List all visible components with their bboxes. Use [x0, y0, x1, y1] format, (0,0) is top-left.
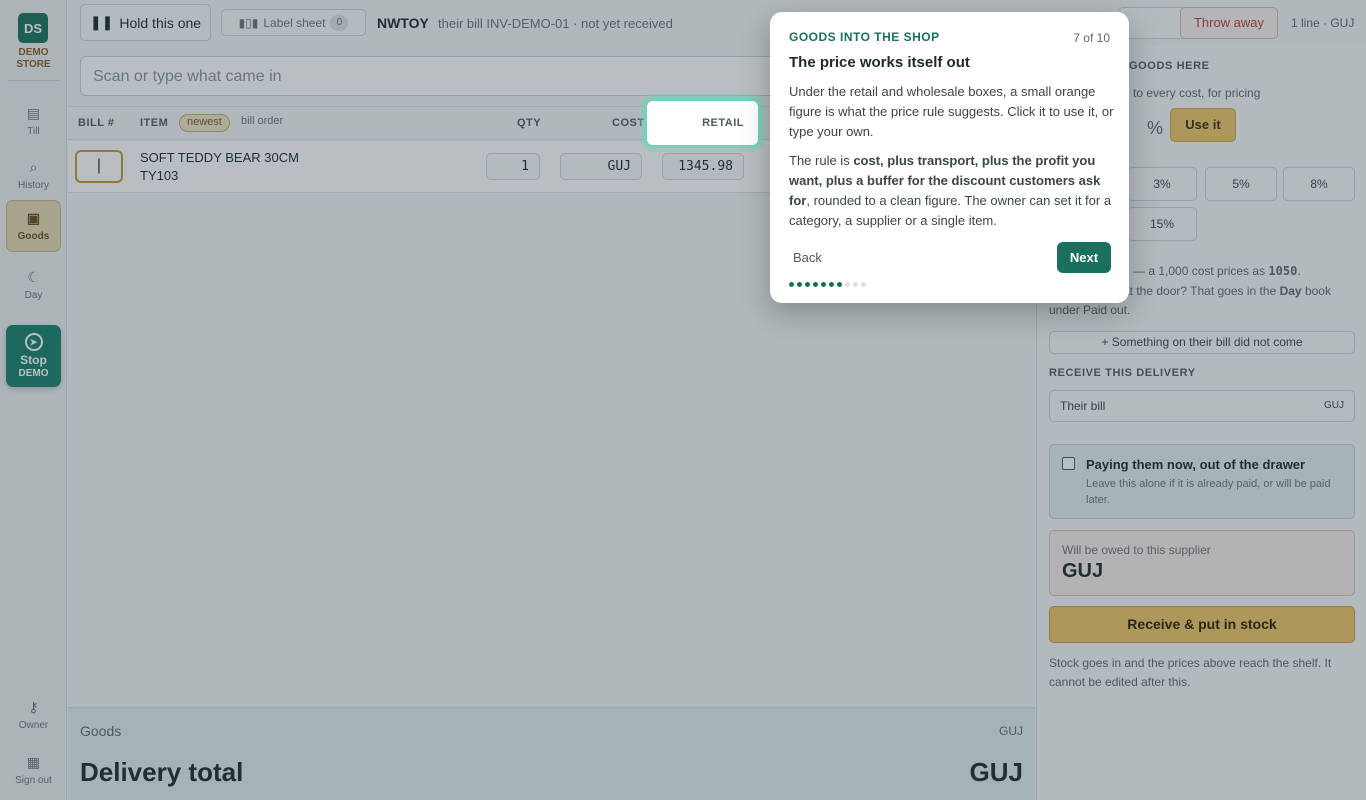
tour-progress-dot — [789, 282, 794, 287]
tour-progress-dots — [789, 282, 866, 288]
tour-progress-dot — [821, 282, 826, 287]
tour-paragraph-2: The rule is cost, plus transport, plus t… — [789, 153, 1112, 228]
tour-progress-dot — [853, 282, 858, 287]
tour-progress-dot — [805, 282, 810, 287]
tour-progress-dot — [837, 282, 842, 287]
tour-progress-dot — [829, 282, 834, 287]
tour-back-button[interactable]: Back — [793, 250, 822, 265]
tour-paragraph-1: Under the retail and wholesale boxes, a … — [789, 84, 1114, 139]
tour-step-counter: 7 of 10 — [1073, 31, 1110, 45]
tour-progress-dot — [861, 282, 866, 287]
tour-title: The price works itself out — [789, 54, 970, 71]
tour-progress-dot — [797, 282, 802, 287]
tour-next-button[interactable]: Next — [1057, 242, 1111, 273]
tour-popup: GOODS INTO THE SHOP 7 of 10 The price wo… — [770, 12, 1129, 303]
retail-column-highlight: RETAIL — [644, 98, 761, 148]
tour-progress-dot — [845, 282, 850, 287]
tour-progress-dot — [813, 282, 818, 287]
tour-kicker: GOODS INTO THE SHOP — [789, 30, 940, 44]
